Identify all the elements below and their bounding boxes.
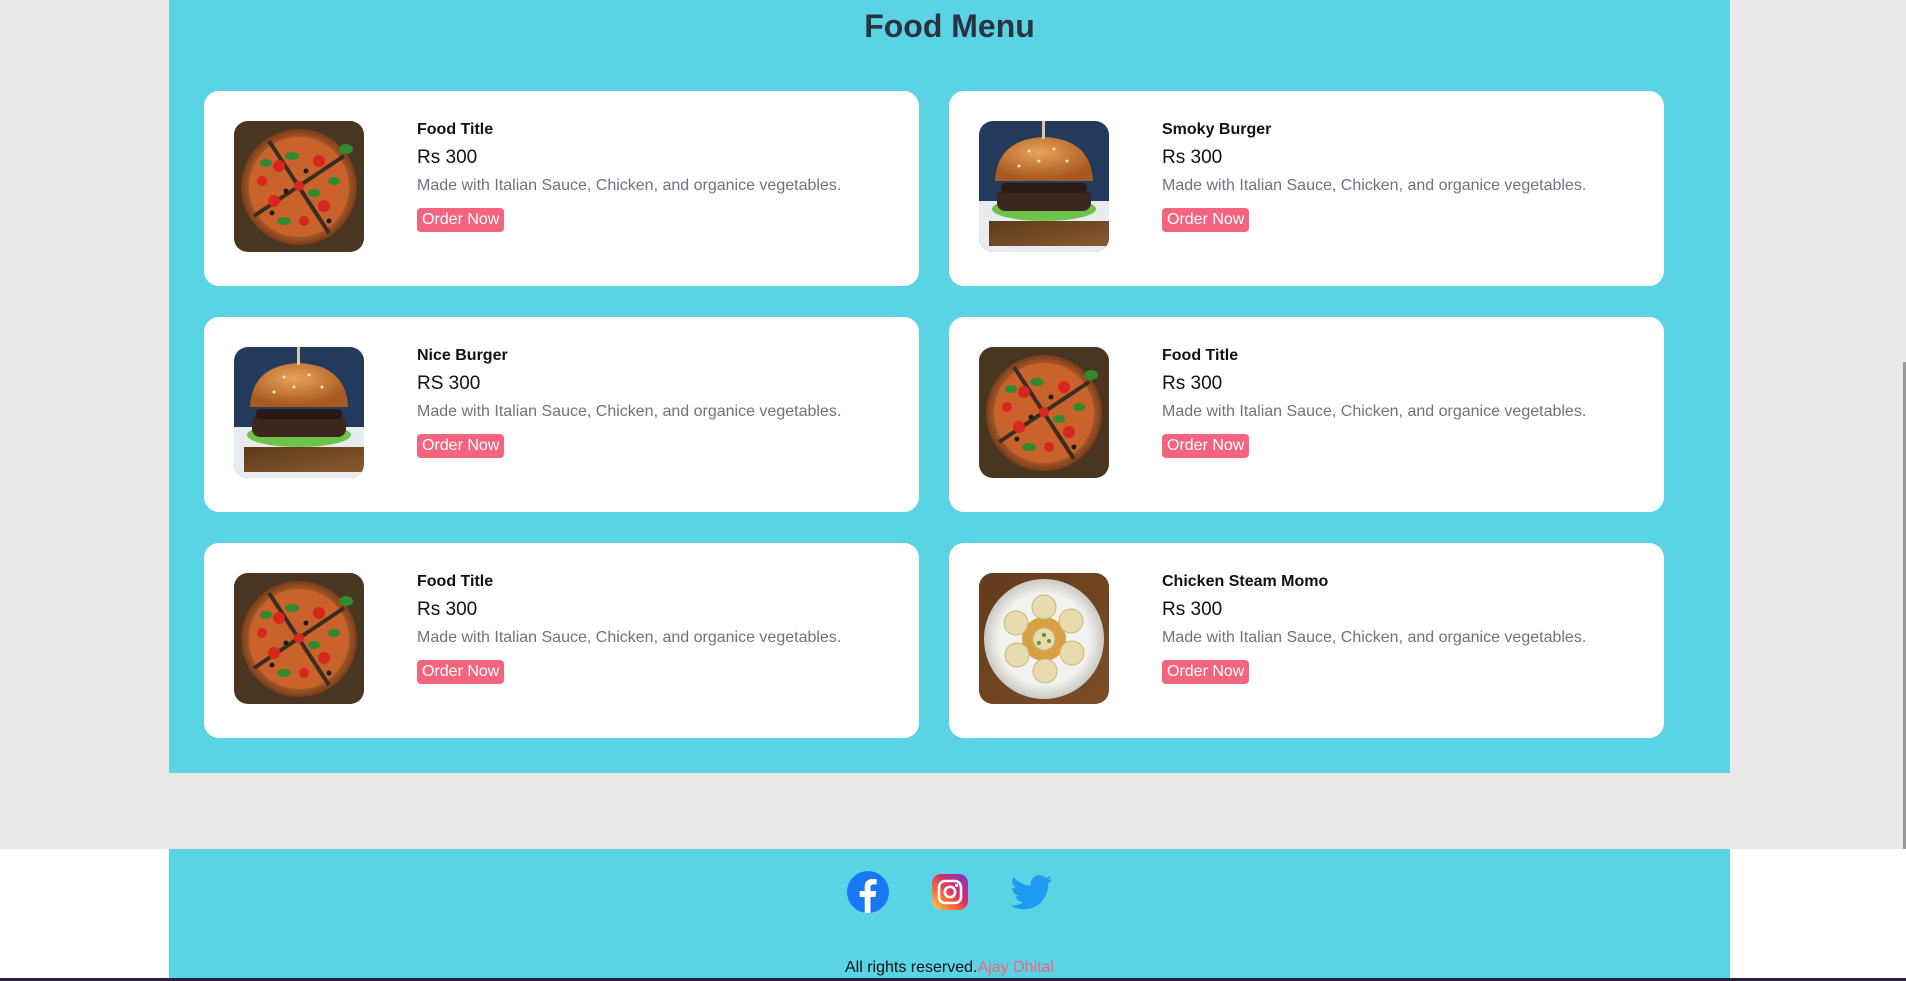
menu-title: Food Menu [864, 8, 1035, 44]
food-price: RS 300 [417, 373, 481, 394]
menu-card: Nice Burger RS 300 Made with Italian Sau… [204, 317, 919, 512]
food-title: Smoky Burger [1162, 121, 1272, 138]
food-menu-section: Food Menu Food Title Rs 300 Made with It… [169, 0, 1730, 773]
social-links [169, 871, 1730, 913]
food-image-burger [979, 121, 1109, 252]
copyright: All rights reserved.Ajay Dhital [169, 959, 1730, 977]
instagram-icon[interactable] [929, 871, 971, 913]
order-now-button[interactable]: Order Now [417, 660, 505, 684]
food-image-burger [234, 347, 364, 478]
food-description: Made with Italian Sauce, Chicken, and or… [417, 177, 842, 194]
food-title: Food Title [417, 121, 494, 138]
menu-card: Food Title Rs 300 Made with Italian Sauc… [204, 91, 919, 286]
food-description: Made with Italian Sauce, Chicken, and or… [1162, 177, 1587, 194]
food-title: Food Title [1162, 347, 1239, 364]
twitter-icon[interactable] [1010, 871, 1053, 913]
menu-card: Food Title Rs 300 Made with Italian Sauc… [949, 317, 1664, 512]
food-title: Nice Burger [417, 347, 508, 364]
facebook-icon[interactable] [846, 871, 889, 913]
author-link[interactable]: Ajay Dhital [978, 959, 1054, 976]
food-image-pizza [234, 573, 364, 704]
food-title: Chicken Steam Momo [1162, 573, 1329, 590]
food-title: Food Title [417, 573, 494, 590]
food-description: Made with Italian Sauce, Chicken, and or… [417, 629, 842, 646]
food-image-momo [979, 573, 1109, 704]
menu-card: Food Title Rs 300 Made with Italian Sauc… [204, 543, 919, 738]
food-image-pizza [234, 121, 364, 252]
food-description: Made with Italian Sauce, Chicken, and or… [1162, 403, 1587, 420]
order-now-button[interactable]: Order Now [1162, 434, 1250, 458]
order-now-button[interactable]: Order Now [417, 208, 505, 232]
food-price: Rs 300 [1162, 599, 1223, 620]
menu-card: Smoky Burger Rs 300 Made with Italian Sa… [949, 91, 1664, 286]
food-price: Rs 300 [1162, 373, 1223, 394]
order-now-button[interactable]: Order Now [1162, 208, 1250, 232]
food-description: Made with Italian Sauce, Chicken, and or… [417, 403, 842, 420]
food-price: Rs 300 [1162, 147, 1223, 168]
food-image-pizza [979, 347, 1109, 478]
food-price: Rs 300 [417, 147, 478, 168]
food-price: Rs 300 [417, 599, 478, 620]
food-description: Made with Italian Sauce, Chicken, and or… [1162, 629, 1587, 646]
menu-card: Chicken Steam Momo Rs 300 Made with Ital… [949, 543, 1664, 738]
order-now-button[interactable]: Order Now [417, 434, 505, 458]
order-now-button[interactable]: Order Now [1162, 660, 1250, 684]
footer: All rights reserved.Ajay Dhital [169, 849, 1730, 981]
copyright-text: All rights reserved. [845, 959, 978, 976]
